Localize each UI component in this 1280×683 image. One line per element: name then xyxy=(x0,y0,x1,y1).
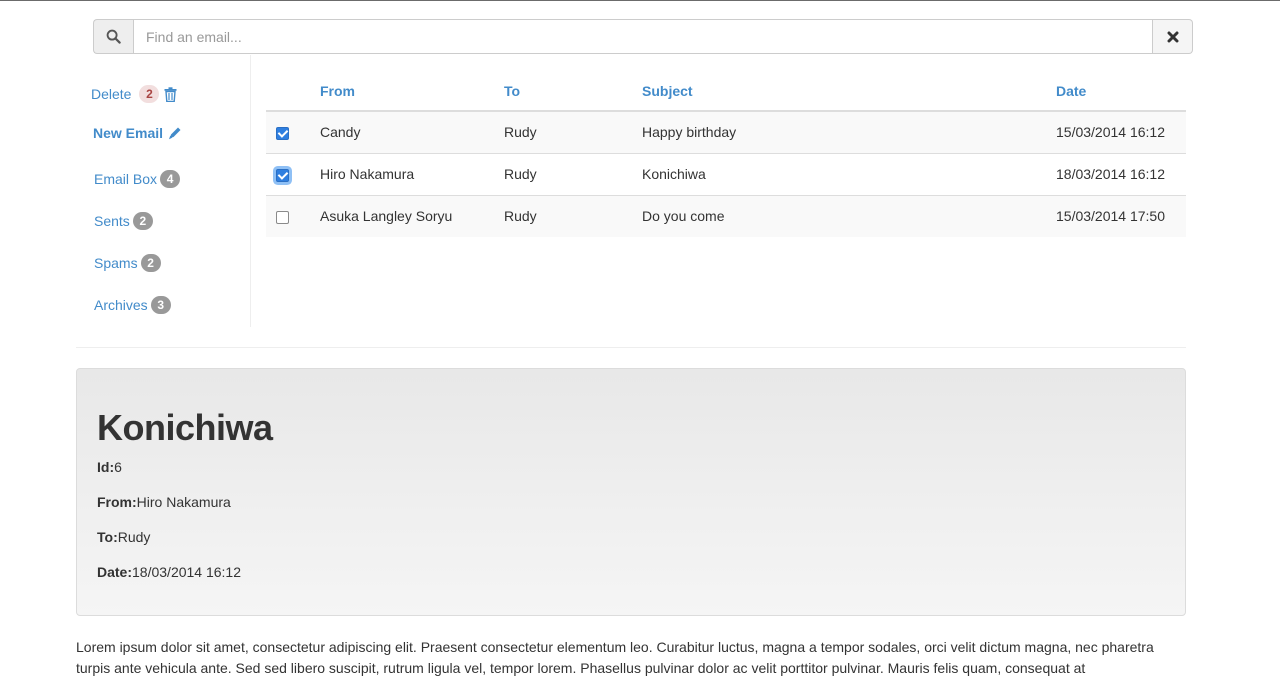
row-select-cell xyxy=(266,194,320,237)
email-to: To:Rudy xyxy=(97,529,150,545)
folder-label: Email Box xyxy=(94,171,158,187)
email-from: From:Hiro Nakamura xyxy=(97,494,231,510)
new-email-button[interactable]: New Email xyxy=(93,125,182,141)
from-label: From: xyxy=(97,494,137,510)
to-label: To: xyxy=(97,529,118,545)
folder-sents[interactable]: Sents 2 xyxy=(94,212,153,230)
delete-label: Delete xyxy=(91,86,132,102)
email-body: Lorem ipsum dolor sit amet, consectetur … xyxy=(76,639,1154,676)
sort-from-link[interactable]: From xyxy=(320,83,355,99)
cell-date: 18/03/2014 16:12 xyxy=(1056,152,1186,195)
date-value: 18/03/2014 16:12 xyxy=(132,564,242,580)
folder-label: Sents xyxy=(94,213,130,229)
email-id: Id:6 xyxy=(97,459,122,475)
cell-to: Rudy xyxy=(504,194,642,237)
trash-icon xyxy=(164,86,177,102)
row-checkbox[interactable] xyxy=(276,168,289,182)
id-label: Id: xyxy=(97,459,115,475)
from-value: Hiro Nakamura xyxy=(136,494,231,510)
folder-count-badge: 2 xyxy=(140,254,161,272)
select-column-header xyxy=(266,71,320,112)
row-select-cell xyxy=(266,110,320,153)
sort-subject-link[interactable]: Subject xyxy=(642,83,693,99)
email-detail-panel: Konichiwa Id:6 From:Hiro Nakamura To:Rud… xyxy=(76,368,1186,616)
cell-date: 15/03/2014 17:50 xyxy=(1056,194,1186,237)
search-bar xyxy=(93,19,1193,54)
table-row[interactable]: Hiro Nakamura Rudy Konichiwa 18/03/2014 … xyxy=(266,152,1186,195)
email-table: From To Subject Date Candy Rudy Happy bi… xyxy=(266,71,1186,237)
folder-count-badge: 3 xyxy=(150,296,171,314)
email-title: Konichiwa xyxy=(97,407,273,448)
delete-count-badge: 2 xyxy=(139,85,160,103)
sidebar: Delete 2 New Email Email Box 4 Sents 2 S… xyxy=(76,55,251,327)
folder-email-box[interactable]: Email Box 4 xyxy=(94,170,181,188)
clear-search-button[interactable] xyxy=(1153,19,1193,54)
cell-from: Asuka Langley Soryu xyxy=(320,194,504,237)
cell-to: Rudy xyxy=(504,152,642,195)
sort-to-link[interactable]: To xyxy=(504,83,520,99)
cell-subject: Do you come xyxy=(642,194,1056,237)
cell-from: Candy xyxy=(320,110,504,153)
folder-label: Spams xyxy=(94,255,138,271)
folder-spams[interactable]: Spams 2 xyxy=(94,254,161,272)
column-header-from[interactable]: From xyxy=(320,71,504,112)
column-header-subject[interactable]: Subject xyxy=(642,71,1056,112)
sort-date-link[interactable]: Date xyxy=(1056,83,1086,99)
cell-subject: Happy birthday xyxy=(642,110,1056,153)
pencil-icon xyxy=(168,126,182,140)
table-row[interactable]: Candy Rudy Happy birthday 15/03/2014 16:… xyxy=(266,110,1186,153)
delete-button[interactable]: Delete 2 xyxy=(91,85,177,103)
new-email-label: New Email xyxy=(93,125,164,141)
cell-date: 15/03/2014 16:12 xyxy=(1056,110,1186,153)
close-icon xyxy=(1167,31,1178,42)
cell-from: Hiro Nakamura xyxy=(320,152,504,195)
folder-archives[interactable]: Archives 3 xyxy=(94,296,171,314)
folder-count-badge: 2 xyxy=(132,212,153,230)
row-select-cell xyxy=(266,152,320,195)
to-value: Rudy xyxy=(117,529,151,545)
email-date: Date:18/03/2014 16:12 xyxy=(97,564,241,580)
column-header-to[interactable]: To xyxy=(504,71,642,112)
date-label: Date: xyxy=(97,564,133,580)
section-divider xyxy=(76,347,1186,348)
search-icon xyxy=(93,19,133,54)
search-input[interactable] xyxy=(133,19,1153,54)
folder-count-badge: 4 xyxy=(160,170,181,188)
table-header-row: From To Subject Date xyxy=(266,71,1186,112)
row-checkbox[interactable] xyxy=(276,127,289,141)
row-checkbox[interactable] xyxy=(276,211,289,225)
cell-to: Rudy xyxy=(504,110,642,153)
table-row[interactable]: Asuka Langley Soryu Rudy Do you come 15/… xyxy=(266,194,1186,237)
column-header-date[interactable]: Date xyxy=(1056,71,1186,112)
folder-label: Archives xyxy=(94,297,148,313)
id-value: 6 xyxy=(114,459,122,475)
cell-subject: Konichiwa xyxy=(642,152,1056,195)
